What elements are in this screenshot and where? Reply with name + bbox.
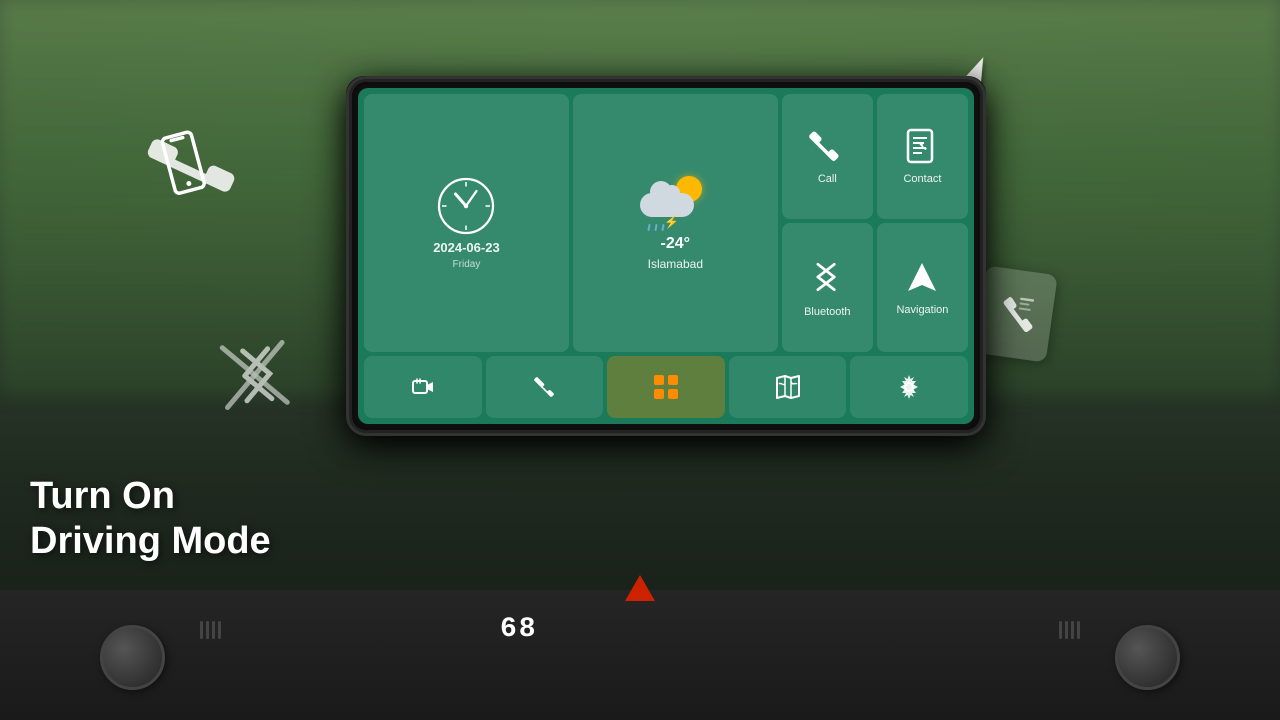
nav-map-button[interactable] xyxy=(729,356,847,418)
clock-svg xyxy=(436,176,496,236)
hazard-triangle-icon xyxy=(625,575,655,601)
navigation-icon xyxy=(904,259,940,300)
lightning-icon: ⚡ xyxy=(664,215,679,229)
bluetooth-icon xyxy=(809,257,845,302)
vent-left xyxy=(200,620,221,640)
overlay-line2: Driving Mode xyxy=(30,519,271,565)
call-tile[interactable]: Call xyxy=(782,94,873,219)
contact-icon xyxy=(904,128,940,169)
call-icon xyxy=(809,128,845,169)
dashboard-controls xyxy=(0,590,1280,720)
weather-icon: ⚡ xyxy=(640,176,710,231)
bluetooth-tile[interactable]: Bluetooth xyxy=(782,223,873,352)
hazard-button[interactable] xyxy=(625,575,655,605)
contact-label: Contact xyxy=(903,173,941,185)
weather-city: Islamabad xyxy=(648,257,703,271)
nav-settings-button[interactable] xyxy=(850,356,968,418)
clock-day: Friday xyxy=(453,259,481,270)
car-screen: 2024-06-23 Friday ⚡ -24° Islamabad xyxy=(358,88,974,424)
call-label: Call xyxy=(818,173,837,185)
weather-tile[interactable]: ⚡ -24° Islamabad xyxy=(573,94,778,352)
nav-apps-button[interactable] xyxy=(607,356,725,418)
contact-tile[interactable]: Contact xyxy=(877,94,968,219)
clock-tile[interactable]: 2024-06-23 Friday xyxy=(364,94,569,352)
nav-phone-button[interactable] xyxy=(486,356,604,418)
rain-icon xyxy=(648,224,664,231)
overlay-line1: Turn On xyxy=(30,474,271,520)
navigation-tile[interactable]: Navigation xyxy=(877,223,968,352)
nav-back-button[interactable] xyxy=(364,356,482,418)
left-knob[interactable] xyxy=(100,625,165,690)
temperature-display: 68 xyxy=(500,614,538,645)
clock-date: 2024-06-23 xyxy=(433,240,500,255)
temp-value: 68 xyxy=(500,614,538,645)
screen-bottom-bar xyxy=(364,356,968,418)
cloud-icon xyxy=(640,193,694,217)
vent-right xyxy=(1059,620,1080,640)
screen-top-row: 2024-06-23 Friday ⚡ -24° Islamabad xyxy=(364,94,968,352)
weather-temp: -24° xyxy=(661,235,691,253)
navigation-label: Navigation xyxy=(896,304,948,316)
overlay-text: Turn On Driving Mode xyxy=(30,474,271,565)
right-knob[interactable] xyxy=(1115,625,1180,690)
bluetooth-float-icon xyxy=(216,332,293,423)
car-screen-bezel: 2024-06-23 Friday ⚡ -24° Islamabad xyxy=(352,82,980,430)
bluetooth-label: Bluetooth xyxy=(804,306,850,318)
right-tiles: Call Cont xyxy=(782,94,968,352)
contact-float-icon xyxy=(974,265,1058,362)
